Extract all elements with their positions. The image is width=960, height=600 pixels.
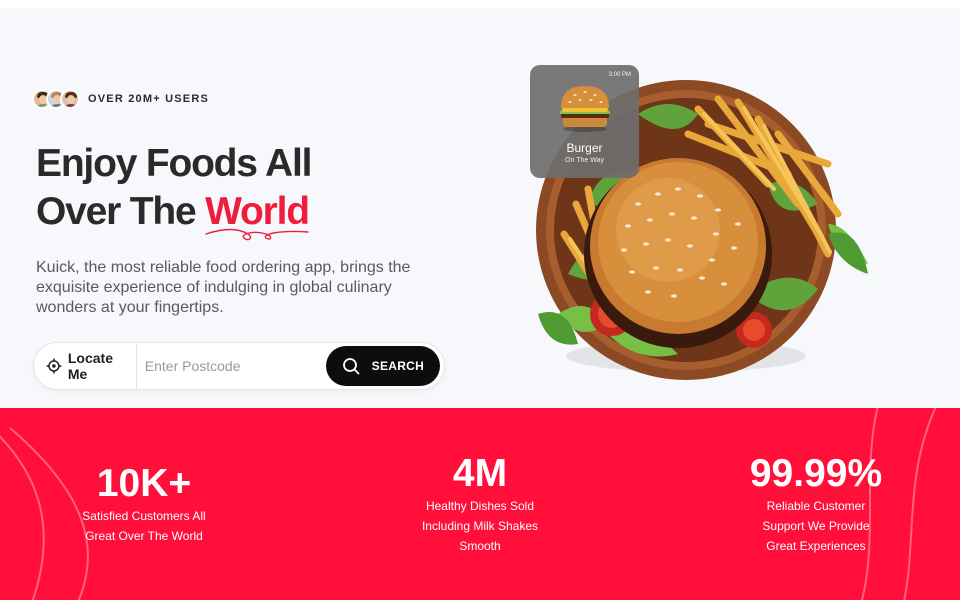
stat-caption: Great Experiences	[766, 539, 866, 553]
stat-caption: Support We Provide	[762, 519, 870, 533]
search-button[interactable]: SEARCH	[325, 346, 440, 386]
user-count-row: OVER 20M+ USERS	[32, 89, 209, 109]
stat-value: 99.99%	[749, 452, 883, 495]
order-status: On The Way	[565, 157, 604, 164]
user-count-label: OVER 20M+ USERS	[88, 93, 210, 105]
search-icon	[342, 358, 360, 375]
squiggle-underline-icon	[205, 228, 309, 241]
order-item-name: Burger	[566, 141, 603, 155]
avatar-group	[32, 89, 80, 109]
crosshair-icon	[46, 358, 62, 374]
headline-line-1: Enjoy Foods All	[36, 142, 312, 185]
stat-dishes: 4M Healthy Dishes Sold Including Milk Sh…	[390, 452, 570, 556]
locate-me-label: Locate Me	[67, 350, 113, 382]
search-button-label: SEARCH	[371, 359, 425, 373]
stat-value: 4M	[452, 452, 508, 495]
hero-description: Kuick, the most reliable food ordering a…	[36, 259, 411, 316]
top-strip	[0, 0, 960, 8]
stat-caption: Great Over The World	[85, 529, 203, 543]
locate-me-button[interactable]: Locate Me	[34, 343, 137, 389]
stat-caption: Including Milk Shakes	[421, 519, 539, 533]
avatar	[60, 89, 80, 109]
stats-section: 10K+ Satisfied Customers All Great Over …	[0, 408, 960, 600]
stat-value: 10K+	[96, 462, 192, 505]
stat-caption: Healthy Dishes Sold	[425, 499, 535, 513]
stat-reliability: 99.99% Reliable Customer Support We Prov…	[716, 452, 916, 556]
location-search-bar: Locate Me SEARCH	[33, 342, 445, 390]
order-status-card[interactable]: 3:00 PM Burger On The Way	[530, 65, 639, 178]
postcode-input[interactable]	[136, 343, 326, 389]
stat-caption: Smooth	[459, 539, 501, 553]
stat-caption: Reliable Customer	[766, 499, 866, 513]
headline-line-2: Over The	[36, 190, 206, 233]
stat-caption: Satisfied Customers All	[82, 509, 206, 523]
burger-icon	[560, 86, 610, 132]
stat-customers: 10K+ Satisfied Customers All Great Over …	[54, 462, 234, 546]
order-time: 3:00 PM	[608, 72, 631, 78]
